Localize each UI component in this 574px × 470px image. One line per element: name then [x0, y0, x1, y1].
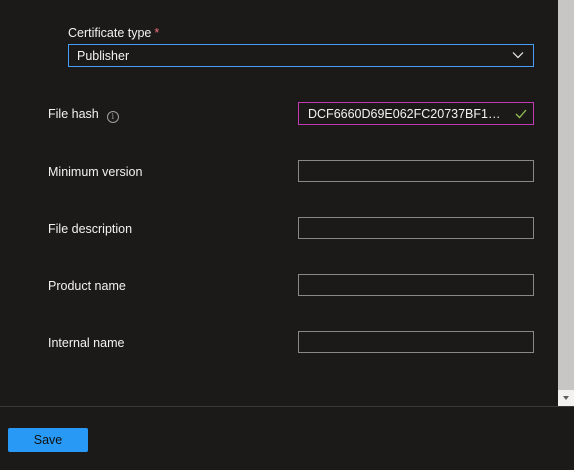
- internal-name-label: Internal name: [48, 336, 125, 350]
- form-scroll-area: Certificate type * Publisher File hash i D…: [0, 0, 558, 406]
- scroll-down-arrow-icon[interactable]: [558, 390, 574, 406]
- certificate-type-label: Certificate type *: [68, 25, 159, 41]
- file-hash-value: DCF6660D69E062FC20737BF1D20...: [308, 107, 508, 121]
- product-name-label: Product name: [48, 279, 126, 293]
- checkmark-icon: [515, 109, 527, 119]
- minimum-version-input[interactable]: [298, 160, 534, 182]
- minimum-version-label: Minimum version: [48, 165, 143, 179]
- file-description-input[interactable]: [298, 217, 534, 239]
- certificate-type-dropdown[interactable]: Publisher: [68, 44, 534, 67]
- certificate-type-label-text: Certificate type: [68, 26, 152, 40]
- product-name-input[interactable]: [298, 274, 534, 296]
- save-button[interactable]: Save: [8, 428, 88, 452]
- internal-name-input[interactable]: [298, 331, 534, 353]
- app-form-panel: Certificate type * Publisher File hash i D…: [0, 0, 574, 470]
- file-hash-input[interactable]: DCF6660D69E062FC20737BF1D20...: [298, 102, 534, 125]
- file-hash-label: File hash i: [48, 106, 119, 123]
- required-marker: *: [154, 26, 160, 40]
- file-description-label: File description: [48, 222, 133, 236]
- chevron-down-icon: [512, 52, 524, 59]
- certificate-type-selected-value: Publisher: [77, 49, 130, 63]
- file-hash-label-text: File hash: [48, 107, 99, 121]
- scrollbar-thumb[interactable]: [558, 0, 574, 390]
- vertical-scrollbar[interactable]: [558, 0, 574, 406]
- info-icon[interactable]: i: [106, 111, 119, 123]
- footer-bar: Save: [0, 407, 574, 470]
